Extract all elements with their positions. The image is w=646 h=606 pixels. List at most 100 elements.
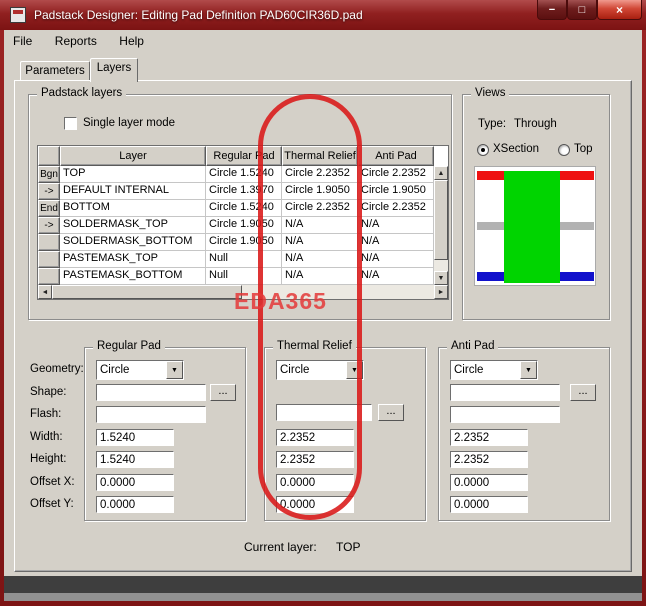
regular-pad-cell[interactable]: Circle 1.9050 [206, 234, 282, 251]
anti-shape-browse-button[interactable]: ... [570, 384, 596, 401]
top-radio[interactable] [558, 144, 570, 156]
window-title: Padstack Designer: Editing Pad Definitio… [34, 8, 363, 22]
thermal-offset-y-input[interactable] [276, 496, 354, 513]
row-marker-cell[interactable] [38, 234, 60, 251]
anti-pad-cell[interactable]: Circle 2.2352 [358, 200, 434, 217]
thermal-relief-group-title: Thermal Relief [273, 340, 356, 352]
column-header-thermal-relief[interactable]: Thermal Relief [282, 146, 358, 166]
layer-name-cell[interactable]: PASTEMASK_TOP [60, 251, 206, 268]
anti-geometry-select[interactable]: Circle ▼ [450, 360, 538, 380]
chevron-down-icon[interactable]: ▼ [166, 361, 183, 379]
anti-width-input[interactable] [450, 429, 528, 446]
thermal-height-input[interactable] [276, 451, 354, 468]
regular-height-input[interactable] [96, 451, 174, 468]
offset-x-label: Offset X: [30, 476, 75, 488]
flash-label: Flash: [30, 408, 62, 420]
layer-name-cell[interactable]: PASTEMASK_BOTTOM [60, 268, 206, 285]
close-button[interactable]: × [597, 0, 642, 20]
column-header-anti-pad[interactable]: Anti Pad [358, 146, 434, 166]
thermal-offset-x-input[interactable] [276, 474, 354, 491]
anti-pad-cell[interactable]: N/A [358, 251, 434, 268]
anti-pad-cell[interactable]: N/A [358, 217, 434, 234]
thermal-relief-cell[interactable]: N/A [282, 268, 358, 285]
anti-shape-input[interactable] [450, 384, 560, 401]
scroll-down-icon: ▼ [437, 274, 445, 282]
thermal-width-input[interactable] [276, 429, 354, 446]
layer-name-cell[interactable]: TOP [60, 166, 206, 183]
shape-label: Shape: [30, 386, 67, 398]
thermal-relief-cell[interactable]: Circle 2.2352 [282, 200, 358, 217]
internal-layer-right-bar [560, 222, 594, 230]
column-header-layer[interactable]: Layer [60, 146, 206, 166]
thermal-geometry-select[interactable]: Circle ▼ [276, 360, 364, 380]
regular-pad-cell[interactable]: Null [206, 268, 282, 285]
tab-parameters[interactable]: Parameters [20, 61, 90, 80]
layer-name-cell[interactable]: SOLDERMASK_TOP [60, 217, 206, 234]
height-label: Height: [30, 453, 67, 465]
column-header-regular-pad[interactable]: Regular Pad [206, 146, 282, 166]
anti-pad-cell[interactable]: Circle 2.2352 [358, 166, 434, 183]
regular-shape-browse-button[interactable]: ... [210, 384, 236, 401]
single-layer-mode-checkbox[interactable] [64, 117, 77, 130]
maximize-icon: □ [578, 3, 586, 16]
layer-name-cell[interactable]: BOTTOM [60, 200, 206, 217]
scroll-down-button[interactable]: ▼ [434, 271, 448, 285]
window-bottom-frame [4, 576, 642, 593]
thermal-relief-cell[interactable]: N/A [282, 251, 358, 268]
anti-offset-y-input[interactable] [450, 496, 528, 513]
anti-pad-cell[interactable]: N/A [358, 234, 434, 251]
scroll-up-button[interactable]: ▲ [434, 166, 448, 180]
row-marker-cell[interactable]: -> [38, 217, 60, 234]
regular-width-input[interactable] [96, 429, 174, 446]
row-marker-cell[interactable]: Bgn [38, 166, 60, 183]
scroll-right-button[interactable]: ► [434, 285, 448, 299]
regular-pad-cell[interactable]: Circle 1.5240 [206, 166, 282, 183]
xsection-radio[interactable] [477, 144, 489, 156]
menu-item-file[interactable]: File [4, 30, 41, 54]
thermal-flash-input[interactable] [276, 404, 372, 421]
chevron-down-icon[interactable]: ▼ [520, 361, 537, 379]
regular-flash-input[interactable] [96, 406, 206, 423]
xsection-preview [474, 166, 596, 286]
menu-item-help[interactable]: Help [110, 30, 153, 54]
thermal-relief-cell[interactable]: Circle 2.2352 [282, 166, 358, 183]
anti-pad-group-title: Anti Pad [447, 340, 499, 352]
thermal-relief-cell[interactable]: Circle 1.9050 [282, 183, 358, 200]
regular-shape-input[interactable] [96, 384, 206, 401]
row-marker-cell[interactable]: End [38, 200, 60, 217]
horizontal-scroll-thumb[interactable] [52, 285, 242, 299]
regular-pad-cell[interactable]: Circle 1.5240 [206, 200, 282, 217]
thermal-relief-cell[interactable]: N/A [282, 234, 358, 251]
top-layer-right-bar [560, 171, 594, 180]
scroll-left-button[interactable]: ◄ [38, 285, 52, 299]
corner-header-cell [38, 146, 60, 166]
regular-offset-x-input[interactable] [96, 474, 174, 491]
regular-geometry-select[interactable]: Circle ▼ [96, 360, 184, 380]
regular-pad-cell[interactable]: Circle 1.3970 [206, 183, 282, 200]
maximize-button[interactable]: □ [567, 0, 597, 20]
thermal-relief-cell[interactable]: N/A [282, 217, 358, 234]
anti-offset-x-input[interactable] [450, 474, 528, 491]
views-group-title: Views [471, 87, 510, 99]
anti-pad-cell[interactable]: Circle 1.9050 [358, 183, 434, 200]
anti-pad-cell[interactable]: N/A [358, 268, 434, 285]
anti-height-input[interactable] [450, 451, 528, 468]
bottom-layer-left-bar [477, 272, 504, 281]
chevron-down-icon[interactable]: ▼ [346, 361, 363, 379]
minimize-button[interactable]: − [537, 0, 567, 20]
regular-geometry-value: Circle [100, 364, 130, 376]
anti-flash-input[interactable] [450, 406, 560, 423]
layer-name-cell[interactable]: DEFAULT INTERNAL [60, 183, 206, 200]
row-marker-cell[interactable] [38, 268, 60, 285]
vertical-scroll-thumb[interactable] [434, 180, 448, 260]
thermal-flash-browse-button[interactable]: ... [378, 404, 404, 421]
regular-pad-cell[interactable]: Circle 1.9050 [206, 217, 282, 234]
row-marker-cell[interactable] [38, 251, 60, 268]
row-marker-cell[interactable]: -> [38, 183, 60, 200]
menu-bar: File Reports Help [4, 30, 642, 54]
layer-name-cell[interactable]: SOLDERMASK_BOTTOM [60, 234, 206, 251]
regular-offset-y-input[interactable] [96, 496, 174, 513]
tab-layers[interactable]: Layers [90, 58, 138, 82]
menu-item-reports[interactable]: Reports [46, 30, 106, 54]
regular-pad-cell[interactable]: Null [206, 251, 282, 268]
